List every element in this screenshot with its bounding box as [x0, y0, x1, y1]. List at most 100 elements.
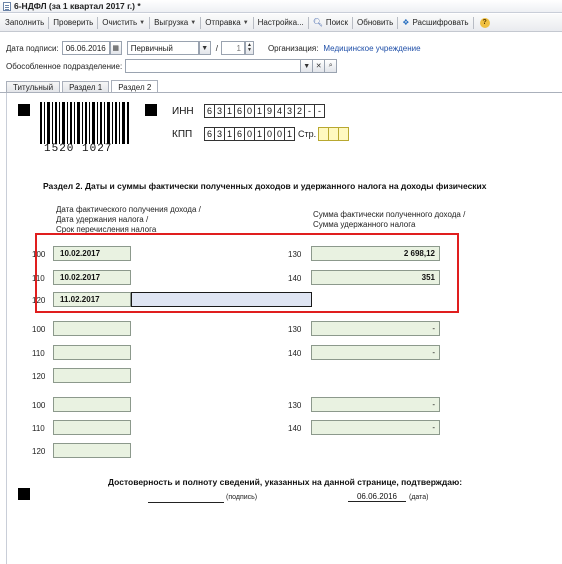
branch-field[interactable] [125, 59, 302, 73]
withholding-date-field[interactable] [53, 345, 131, 360]
report-type-select[interactable]: Первичный [126, 41, 199, 55]
row-code-120: 120 [32, 372, 46, 381]
income-sum-field[interactable]: - [311, 397, 440, 412]
row-code-130: 130 [288, 401, 302, 410]
kpp-cell: 1 [284, 127, 295, 141]
withheld-tax-field[interactable]: - [311, 345, 440, 360]
fill-button[interactable]: Заполнить [2, 15, 47, 31]
calendar-button[interactable]: ▦ [109, 41, 122, 55]
signature-label: (подпись) [226, 494, 258, 501]
right-column-caption: Сумма фактически полученного дохода / Су… [313, 210, 465, 230]
income-sum-field[interactable]: - [311, 321, 440, 336]
row-code-140: 140 [288, 424, 302, 433]
decode-icon: ❖ [402, 18, 410, 27]
barcode-number: 1520 1027 [44, 143, 113, 155]
transfer-date-field[interactable] [53, 368, 131, 383]
window-title: 6-НДФЛ (за 1 квартал 2017 г.) * [14, 1, 141, 11]
toolbar-separator [307, 16, 309, 29]
withholding-date-field[interactable] [53, 420, 131, 435]
calendar-icon: ▦ [112, 45, 120, 52]
sign-date-label: Дата подписи: [6, 43, 59, 53]
row-code-120: 120 [32, 447, 46, 456]
caption-line: Сумма удержанного налога [313, 220, 416, 229]
clear-menu-button[interactable]: Очистить ▼ [99, 15, 148, 31]
caption-line: Дата фактического получения дохода / [56, 205, 201, 214]
alignment-marker [145, 104, 157, 116]
check-label: Проверить [53, 18, 94, 27]
kpp-row: КПП 6 3 1 6 0 1 0 0 1 Стр. [172, 127, 350, 141]
correction-stepper[interactable]: ▲ ▼ [244, 41, 254, 55]
header-row-1: Дата подписи: 06.06.2016 ▦ Первичный ▼ /… [6, 41, 421, 55]
organization-link[interactable]: Медицинское учреждение [323, 44, 420, 53]
transfer-date-field[interactable] [53, 443, 131, 458]
left-column-caption: Дата фактического получения дохода / Дат… [56, 205, 201, 235]
confirmation-text: Достоверность и полноту сведений, указан… [108, 477, 463, 487]
decode-button[interactable]: ❖ Расшифровать [399, 15, 471, 31]
header-row-2: Обособленное подразделение: ▼ ✕ ⌕ [6, 59, 338, 73]
settings-button[interactable]: Настройка... [255, 15, 307, 31]
report-type-value: Первичный [130, 43, 173, 53]
alignment-marker [18, 104, 30, 116]
chevron-down-icon: ▼ [201, 44, 209, 52]
toolbar: Заполнить Проверить Очистить ▼ Выгрузка ▼ … [0, 14, 562, 32]
row-code-100: 100 [32, 401, 46, 410]
toolbar-separator [397, 16, 399, 29]
help-icon: ? [479, 17, 490, 28]
send-menu-button[interactable]: Отправка ▼ [202, 15, 251, 31]
stepper-icon: ▲ ▼ [246, 42, 252, 53]
refresh-button[interactable]: Обновить [354, 15, 396, 31]
search-icon: ⌕ [328, 62, 333, 69]
toolbar-separator [200, 16, 202, 29]
date-label: (дата) [409, 494, 429, 501]
page-label: Стр. [298, 129, 317, 139]
sign-date-value: 06.06.2016 [65, 43, 106, 53]
branch-dropdown[interactable]: ▼ [301, 59, 314, 73]
row-code-130: 130 [288, 325, 302, 334]
decode-label: Расшифровать [412, 18, 469, 27]
confirmation-date-field[interactable]: 06.06.2016 [348, 492, 406, 502]
highlight-frame [35, 233, 459, 313]
send-label: Отправка [205, 18, 241, 27]
help-button[interactable]: ? [475, 15, 495, 31]
search-label: Поиск [325, 18, 349, 27]
sign-date-field[interactable]: 06.06.2016 [61, 41, 110, 55]
caption-line: Дата удержания налога / [56, 215, 149, 224]
signature-line [148, 502, 224, 503]
alignment-marker [18, 488, 30, 500]
page-number-cell[interactable] [338, 127, 350, 141]
export-menu-button[interactable]: Выгрузка ▼ [151, 15, 199, 31]
search-button[interactable]: 🔍︎ Поиск [310, 15, 351, 31]
row-code-110: 110 [32, 349, 45, 358]
search-icon: 🔍︎ [312, 18, 323, 27]
withheld-tax-field[interactable]: - [311, 420, 440, 435]
correction-number-field[interactable]: 1 [220, 41, 245, 55]
close-icon: ✕ [315, 63, 322, 70]
toolbar-separator [252, 16, 254, 29]
caption-line: Сумма фактически полученного дохода / [313, 210, 466, 219]
toolbar-separator [472, 16, 474, 29]
kpp-label: КПП [172, 128, 193, 140]
branch-clear-button[interactable]: ✕ [313, 59, 326, 73]
income-date-field[interactable] [53, 321, 131, 336]
branch-label: Обособленное подразделение: [6, 61, 123, 71]
inn-label: ИНН [172, 105, 194, 117]
row-code-110: 110 [32, 424, 45, 433]
clear-label: Очистить [102, 18, 138, 27]
income-date-field[interactable] [53, 397, 131, 412]
section-title: Раздел 2. Даты и суммы фактически получе… [43, 181, 487, 191]
toolbar-separator [97, 16, 99, 29]
document-icon [3, 1, 11, 11]
window-titlebar: 6-НДФЛ (за 1 квартал 2017 г.) * [0, 0, 562, 13]
fill-label: Заполнить [5, 18, 45, 27]
check-button[interactable]: Проверить [50, 15, 96, 31]
report-type-dropdown[interactable]: ▼ [198, 41, 211, 55]
slash-label: / [215, 43, 218, 53]
chevron-down-icon: ▼ [303, 62, 311, 70]
dropdown-arrow-icon: ▼ [190, 19, 197, 26]
correction-number-value: 1 [236, 43, 241, 53]
row-code-100: 100 [32, 325, 46, 334]
dropdown-arrow-icon: ▼ [139, 19, 146, 26]
branch-open-button[interactable]: ⌕ [325, 59, 338, 73]
barcode-image [40, 102, 129, 144]
row-code-140: 140 [288, 349, 302, 358]
